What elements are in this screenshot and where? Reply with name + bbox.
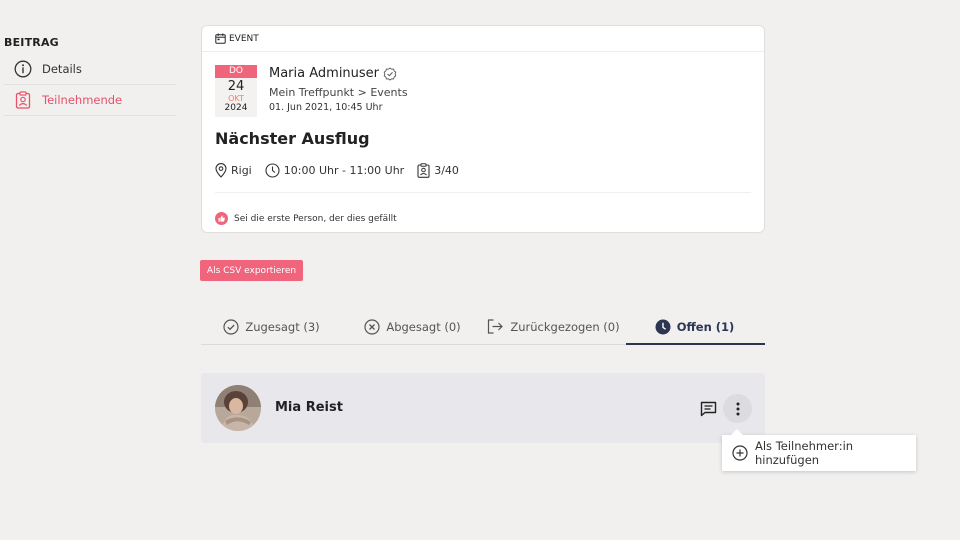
menu-item-label: Als Teilnehmer:in hinzufügen [755, 439, 854, 467]
more-options-button[interactable] [723, 394, 752, 423]
clock-icon [655, 319, 671, 335]
more-vertical-icon [736, 402, 740, 416]
tab-label: Abgesagt (0) [386, 319, 461, 334]
exit-icon [487, 319, 504, 334]
date-month: OKT [228, 94, 244, 103]
sidebar: BEITRAG Details Teilnehmende [4, 36, 176, 116]
like-row[interactable]: Sei die erste Person, der dies gefällt [215, 212, 397, 225]
x-circle-icon [364, 318, 380, 335]
sidebar-item-details[interactable]: Details [4, 54, 176, 85]
avatar[interactable] [215, 385, 261, 431]
post-type-label: EVENT [229, 33, 259, 44]
participant-name[interactable]: Mia Reist [275, 400, 343, 415]
event-title: Nächster Ausflug [215, 129, 370, 148]
tab-zugesagt[interactable]: Zugesagt (3) [201, 309, 342, 344]
author-block: Maria Adminuser Mein Treffpunkt > Events… [269, 66, 408, 113]
info-icon [13, 59, 33, 79]
participant-row: Mia Reist [201, 373, 765, 443]
sidebar-item-label: Teilnehmende [42, 93, 123, 107]
participants-icon [13, 90, 33, 110]
plus-circle-icon [732, 445, 748, 461]
event-time-text: 10:00 Uhr - 11:00 Uhr [283, 164, 405, 177]
date-weekday: DO [215, 65, 257, 78]
tab-label: Zugesagt (3) [245, 319, 320, 334]
tab-offen[interactable]: Offen (1) [624, 309, 765, 345]
export-csv-button[interactable]: Als CSV exportieren [200, 260, 303, 281]
tab-label: Zurückgezogen (0) [510, 319, 620, 334]
tab-label: Offen (1) [676, 319, 735, 334]
sidebar-item-label: Details [42, 62, 82, 76]
participant-tabs: Zugesagt (3) Abgesagt (0) Zurückgezogen … [201, 309, 765, 345]
verified-badge-icon [383, 66, 397, 81]
event-location: Rigi [215, 163, 252, 178]
date-year: 2024 [224, 103, 248, 113]
sidebar-title: BEITRAG [4, 36, 59, 49]
calendar-icon [215, 33, 226, 44]
check-circle-icon [223, 318, 239, 335]
participants-icon [417, 163, 430, 178]
event-capacity: 3/40 [417, 163, 459, 178]
thumbs-up-icon[interactable] [215, 212, 228, 225]
event-time: 10:00 Uhr - 11:00 Uhr [265, 163, 404, 178]
event-location-text: Rigi [231, 164, 252, 177]
event-card: EVENT DO 24 OKT 2024 Maria Adminuser Mei… [201, 25, 765, 233]
breadcrumb[interactable]: Mein Treffpunkt > Events [269, 86, 408, 99]
sidebar-item-teilnehmende[interactable]: Teilnehmende [4, 85, 176, 116]
author-name[interactable]: Maria Adminuser [269, 66, 379, 81]
event-date-box: DO 24 OKT 2024 [215, 65, 257, 117]
event-meta: Rigi 10:00 Uhr - 11:00 Uhr 3/40 [215, 163, 472, 178]
post-timestamp: 01. Jun 2021, 10:45 Uhr [269, 102, 383, 113]
location-pin-icon [215, 163, 227, 178]
clock-icon [265, 163, 280, 178]
add-participant-menu-item[interactable]: Als Teilnehmer:in hinzufügen [722, 429, 916, 471]
card-header: EVENT [202, 26, 764, 52]
date-day: 24 [227, 79, 245, 94]
message-button[interactable] [698, 399, 718, 419]
tab-abgesagt[interactable]: Abgesagt (0) [342, 309, 483, 344]
like-text: Sei die erste Person, der dies gefällt [234, 213, 397, 224]
chat-icon [700, 401, 717, 417]
card-divider [215, 192, 751, 193]
event-capacity-text: 3/40 [434, 164, 459, 177]
author-name-row: Maria Adminuser [269, 66, 408, 81]
tab-zurueckgezogen[interactable]: Zurückgezogen (0) [483, 309, 624, 344]
